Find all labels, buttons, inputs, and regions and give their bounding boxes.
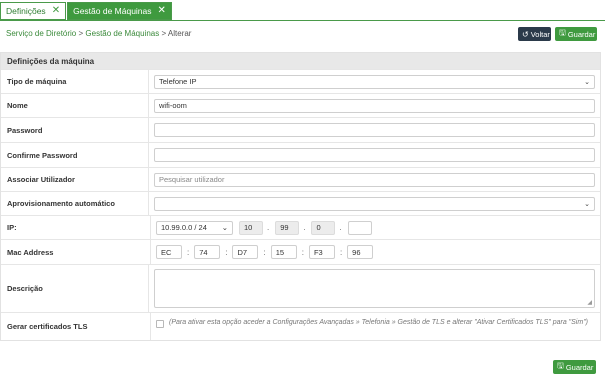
save-button-label: Guardar: [567, 29, 596, 39]
description-textarea[interactable]: ◢: [154, 269, 595, 308]
field-label: Associar Utilizador: [1, 168, 149, 191]
mac-octet-1-input[interactable]: EC: [156, 245, 182, 259]
chevron-down-icon: ⌄: [221, 223, 228, 232]
mac-octet-value: 15: [275, 247, 285, 257]
tab-definicoes[interactable]: Definições ✕: [0, 2, 67, 20]
mac-colon: :: [263, 247, 266, 257]
chevron-down-icon: ⌄: [584, 78, 590, 86]
ip-dot: .: [267, 223, 270, 232]
mac-octet-4-input[interactable]: 15: [270, 245, 297, 259]
tls-checkbox[interactable]: [156, 320, 164, 328]
user-search-placeholder: Pesquisar utilizador: [159, 175, 225, 184]
floppy-disk-icon: 🖫: [559, 28, 566, 37]
tab-underline: [0, 20, 605, 21]
field-label: Aprovisionamento automático: [1, 192, 149, 215]
tab-label: Gestão de Máquinas: [73, 6, 152, 16]
form-row-mac: Mac Address EC : 74 : D7 : 15 : F3 : 96: [1, 239, 600, 264]
field-label: Password: [1, 118, 149, 142]
password-input[interactable]: [154, 123, 595, 137]
ip-octet-4-input[interactable]: [347, 220, 372, 235]
field-label: IP:: [1, 216, 151, 239]
back-button-label: Voltar: [530, 29, 550, 39]
name-input[interactable]: wifi-oom: [154, 98, 595, 113]
mac-octet-3-input[interactable]: D7: [232, 245, 259, 259]
field-label: Nome: [1, 94, 149, 117]
field-label: Descrição: [1, 265, 149, 312]
field-label: Tipo de máquina: [1, 70, 149, 93]
user-search-input[interactable]: Pesquisar utilizador: [154, 172, 595, 187]
form-row-ip: IP: 10.99.0.0 / 24 ⌄ 10 . 99 . 0 .: [1, 215, 600, 239]
form-row-confirm-password: Confirme Password: [1, 142, 600, 167]
breadcrumb-separator: >: [78, 29, 84, 38]
breadcrumb-link-gestao-maquinas[interactable]: Gestão de Máquinas: [85, 29, 159, 38]
form-row-tls: Gerar certificados TLS (Para ativar esta…: [1, 312, 600, 340]
tab-bar: Definições ✕ Gestão de Máquinas ✕: [0, 2, 172, 20]
ip-octet-value: 99: [280, 223, 289, 232]
mac-octet-6-input[interactable]: 96: [347, 245, 374, 259]
chevron-down-icon: ⌄: [584, 200, 590, 208]
mac-colon: :: [225, 247, 228, 257]
subnet-value: 10.99.0.0 / 24: [161, 223, 207, 232]
machine-settings-panel: Definições da máquina Tipo de máquina Te…: [0, 52, 601, 341]
save-button[interactable]: 🖫 Guardar: [555, 27, 597, 41]
form-row-nome: Nome wifi-oom: [1, 93, 600, 117]
breadcrumb-current: Alterar: [167, 29, 192, 38]
form-row-password: Password: [1, 117, 600, 142]
mac-octet-2-input[interactable]: 74: [194, 245, 221, 259]
tab-gestao-maquinas[interactable]: Gestão de Máquinas ✕: [67, 2, 172, 20]
mac-octet-value: F3: [313, 247, 323, 257]
mac-colon: :: [339, 247, 343, 257]
form-row-associar: Associar Utilizador Pesquisar utilizador: [1, 167, 600, 191]
breadcrumb-separator: >: [161, 29, 167, 38]
save-button-bottom[interactable]: 🖫 Guardar: [553, 360, 596, 374]
close-icon[interactable]: ✕: [52, 6, 60, 16]
machine-type-select[interactable]: Telefone IP ⌄: [154, 74, 595, 89]
form-row-descricao: Descrição ◢: [1, 264, 600, 312]
field-label: Gerar certificados TLS: [1, 313, 151, 340]
machine-type-value: Telefone IP: [159, 77, 197, 86]
resize-grip-icon[interactable]: ◢: [587, 299, 592, 306]
back-button[interactable]: ↺ Voltar: [518, 27, 551, 41]
save-button-label: Guardar: [565, 362, 594, 372]
mac-octet-5-input[interactable]: F3: [308, 245, 335, 259]
breadcrumb: Serviço de Diretório > Gestão de Máquina…: [6, 29, 191, 38]
field-label: Mac Address: [1, 240, 151, 264]
mac-colon: :: [187, 247, 190, 257]
section-title: Definições da máquina: [1, 53, 600, 69]
mac-octet-value: 96: [352, 247, 361, 257]
subnet-select[interactable]: 10.99.0.0 / 24 ⌄: [156, 220, 233, 235]
auto-provisioning-select[interactable]: ⌄: [154, 196, 595, 211]
name-value: wifi-oom: [159, 101, 187, 110]
undo-icon: ↺: [522, 29, 529, 39]
ip-octet-3: 0: [311, 220, 336, 235]
tab-label: Definições: [6, 6, 46, 16]
mac-colon: :: [301, 247, 304, 257]
ip-octet-value: 10: [244, 223, 253, 232]
mac-octet-value: 74: [199, 247, 208, 257]
confirm-password-input[interactable]: [154, 148, 595, 162]
field-label: Confirme Password: [1, 143, 149, 167]
close-icon[interactable]: ✕: [158, 6, 166, 16]
ip-dot: .: [303, 223, 306, 232]
breadcrumb-link-servico-diretorio[interactable]: Serviço de Diretório: [6, 29, 76, 38]
form-row-tipo: Tipo de máquina Telefone IP ⌄: [1, 69, 600, 93]
ip-octet-1: 10: [239, 220, 263, 235]
ip-octet-2: 99: [275, 220, 300, 235]
form-row-aprovisionamento: Aprovisionamento automático ⌄: [1, 191, 600, 215]
mac-octet-value: D7: [237, 247, 248, 257]
ip-dot: .: [339, 223, 342, 232]
floppy-disk-icon: 🖫: [557, 361, 564, 370]
tls-help-text: (Para ativar esta opção aceder a Configu…: [169, 319, 589, 326]
ip-octet-value: 0: [316, 223, 321, 232]
mac-octet-value: EC: [161, 247, 172, 257]
